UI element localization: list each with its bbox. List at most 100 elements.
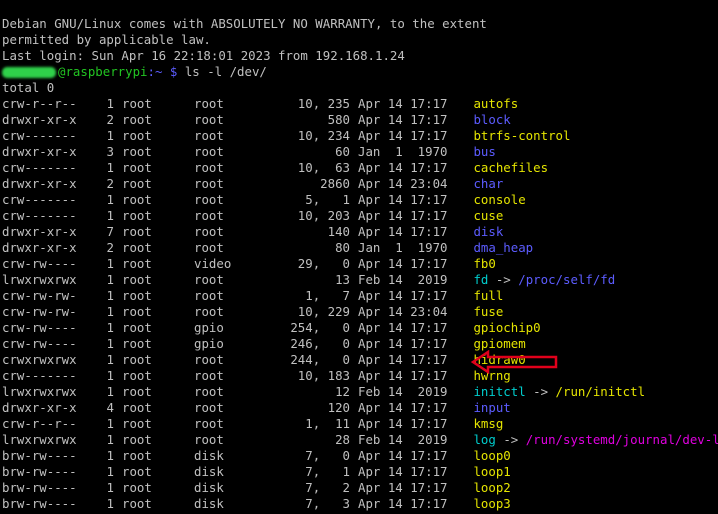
permissions-cell: drwxr-xr-x: [2, 176, 77, 191]
filename-cell: console: [473, 192, 526, 207]
date-cell: Apr 14 17:17: [358, 464, 448, 479]
date-cell: Feb 14 2019: [358, 432, 448, 447]
size-cell: 7, 1: [305, 464, 350, 479]
group-cell: gpio: [194, 336, 224, 351]
permissions-cell: brw-rw----: [2, 480, 77, 495]
date-cell: Apr 14 17:17: [358, 112, 448, 127]
filename-cell: cuse: [473, 208, 504, 223]
date-cell: Apr 14 17:17: [358, 160, 448, 175]
link-count-cell: 1: [106, 352, 114, 367]
owner-cell: root: [122, 128, 152, 143]
group-cell: root: [194, 192, 224, 207]
filename-cell: bus: [473, 144, 496, 159]
ls-entry-row: brw-rw---- 1 root disk 7, 1 Apr 14 17:17 loop…: [2, 464, 718, 480]
prompt-command: ls -l /dev/: [177, 64, 267, 79]
size-cell: 80: [335, 240, 350, 255]
ls-entry-row: drwxr-xr-x 4 root root 120 Apr 14 17:17 input: [2, 400, 718, 416]
filename-cell: btrfs-control: [473, 128, 571, 143]
symlink-target: /proc/self/fd: [518, 272, 616, 287]
group-cell: root: [194, 352, 224, 367]
filename-cell: loop0: [473, 448, 511, 463]
ls-entry-row: lrwxrwxrwx 1 root root 12 Feb 14 2019 initctl…: [2, 384, 646, 399]
size-cell: 2860: [320, 176, 350, 191]
filename-cell: gpiochip0: [473, 320, 541, 335]
link-count-cell: 1: [106, 320, 114, 335]
date-cell: Feb 14 2019: [358, 384, 448, 399]
size-cell: 10, 203: [297, 208, 350, 223]
group-cell: root: [194, 384, 224, 399]
link-count-cell: 1: [106, 288, 114, 303]
group-cell: root: [194, 304, 224, 319]
terminal-output[interactable]: Debian GNU/Linux comes with ABSOLUTELY N…: [2, 16, 718, 512]
group-cell: root: [194, 128, 224, 143]
redacted-username: [2, 67, 56, 78]
size-cell: 28: [335, 432, 350, 447]
size-cell: 244, 0: [290, 352, 350, 367]
filename-cell: fd: [473, 272, 489, 287]
link-count-cell: 1: [106, 432, 114, 447]
link-count-cell: 7: [106, 224, 114, 239]
motd-line: Debian GNU/Linux comes with ABSOLUTELY N…: [2, 16, 487, 31]
permissions-cell: drwxr-xr-x: [2, 400, 77, 415]
ls-entry-row: drwxr-xr-x 2 root root 2860 Apr 14 23:04 char: [2, 176, 718, 192]
permissions-cell: crw-rw-rw-: [2, 288, 77, 303]
filename-cell: gpiomem: [473, 336, 526, 351]
link-count-cell: 1: [106, 160, 114, 175]
owner-cell: root: [122, 208, 152, 223]
group-cell: root: [194, 112, 224, 127]
red-arrow-annotation: [470, 350, 558, 374]
owner-cell: root: [122, 448, 152, 463]
filename-cell: autofs: [473, 96, 519, 111]
link-count-cell: 1: [106, 480, 114, 495]
total-line: total 0: [2, 80, 55, 95]
size-cell: 120: [327, 400, 350, 415]
filename-cell: input: [473, 400, 511, 415]
group-cell: root: [194, 160, 224, 175]
size-cell: 140: [327, 224, 350, 239]
filename-cell: kmsg: [473, 416, 504, 431]
date-cell: Apr 14 17:17: [358, 208, 448, 223]
permissions-cell: crw-r--r--: [2, 416, 77, 431]
date-cell: Feb 14 2019: [358, 272, 448, 287]
ls-entry-row: crw-r--r-- 1 root root 1, 11 Apr 14 17:17 kms…: [2, 416, 718, 432]
filename-cell: dma_heap: [473, 240, 534, 255]
ls-entry-row: crwxrwxrwx 1 root root 244, 0 Apr 14 17:17 hi…: [2, 352, 718, 368]
permissions-cell: brw-rw----: [2, 496, 77, 511]
ls-entry-row: crw-rw-rw- 1 root root 10, 229 Apr 14 23:04 f…: [2, 304, 718, 320]
date-cell: Apr 14 17:17: [358, 480, 448, 495]
prompt-host: @raspberrypi: [58, 64, 148, 79]
permissions-cell: crw-------: [2, 192, 77, 207]
prompt-path: :~ $: [147, 64, 178, 79]
owner-cell: root: [122, 368, 152, 383]
date-cell: Apr 14 17:17: [358, 352, 448, 367]
owner-cell: root: [122, 144, 152, 159]
permissions-cell: drwxr-xr-x: [2, 112, 77, 127]
owner-cell: root: [122, 288, 152, 303]
size-cell: 7, 2: [305, 480, 350, 495]
group-cell: root: [194, 272, 224, 287]
permissions-cell: lrwxrwxrwx: [2, 432, 77, 447]
owner-cell: root: [122, 96, 152, 111]
link-count-cell: 1: [106, 304, 114, 319]
permissions-cell: brw-rw----: [2, 448, 77, 463]
link-count-cell: 1: [106, 256, 114, 271]
size-cell: 7, 0: [305, 448, 350, 463]
group-cell: root: [194, 288, 224, 303]
group-cell: root: [194, 144, 224, 159]
owner-cell: root: [122, 432, 152, 447]
owner-cell: root: [122, 112, 152, 127]
permissions-cell: crwxrwxrwx: [2, 352, 77, 367]
permissions-cell: drwxr-xr-x: [2, 240, 77, 255]
owner-cell: root: [122, 320, 152, 335]
permissions-cell: drwxr-xr-x: [2, 224, 77, 239]
permissions-cell: crw-------: [2, 368, 77, 383]
date-cell: Apr 14 17:17: [358, 400, 448, 415]
owner-cell: root: [122, 192, 152, 207]
size-cell: 580: [327, 112, 350, 127]
size-cell: 13: [335, 272, 350, 287]
group-cell: root: [194, 224, 224, 239]
group-cell: disk: [194, 464, 224, 479]
filename-cell: block: [473, 112, 511, 127]
filename-cell: log: [473, 432, 496, 447]
link-count-cell: 1: [106, 368, 114, 383]
